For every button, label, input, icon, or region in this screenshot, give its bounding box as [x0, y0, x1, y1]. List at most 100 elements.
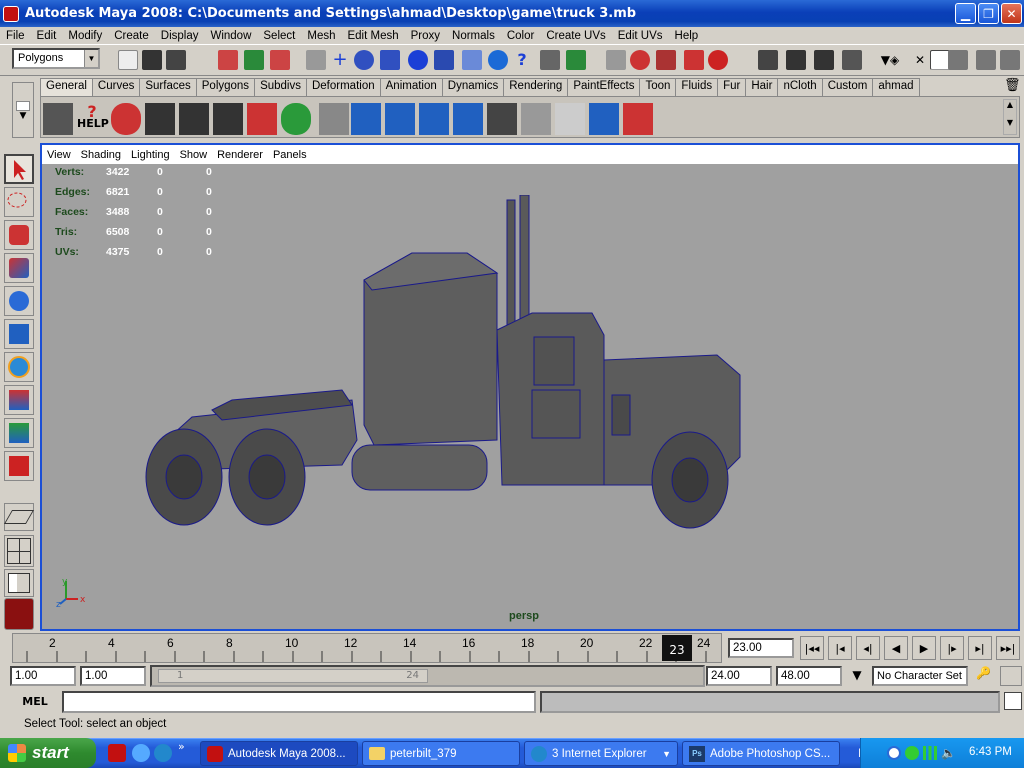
mask-icon[interactable] [306, 50, 326, 70]
new-scene-icon[interactable] [118, 50, 138, 70]
snap-view-icon[interactable] [434, 50, 454, 70]
camera-aim-up-icon[interactable] [213, 103, 243, 135]
step-forward-key-button[interactable]: ▸| [968, 636, 992, 660]
help-question-icon[interactable]: ? [512, 50, 532, 70]
tab-fluids[interactable]: Fluids [675, 78, 719, 96]
key-icon[interactable]: 🔑 [976, 666, 998, 686]
maya-quicklaunch-icon[interactable] [108, 744, 126, 762]
taskbar-item-folder[interactable]: peterbilt_379 [362, 741, 520, 766]
play-backwards-button[interactable]: ◀ [884, 636, 908, 660]
channel-box-icon[interactable] [1000, 50, 1020, 70]
panel-menu-renderer[interactable]: Renderer [212, 149, 268, 161]
attribute-editor-icon[interactable] [948, 50, 968, 70]
paint-select-tool-icon[interactable] [4, 220, 34, 250]
go-to-start-button[interactable]: |◂◂ [800, 636, 824, 660]
lasso-tool-icon[interactable] [4, 187, 34, 217]
range-slider-handle[interactable]: 1 24 [158, 669, 428, 683]
animation-preferences-icon[interactable] [1000, 666, 1022, 686]
tab-surfaces[interactable]: Surfaces [139, 78, 197, 96]
range-start-field[interactable]: 1.00 [10, 666, 76, 686]
command-input[interactable] [62, 691, 536, 713]
save-scene-icon[interactable] [166, 50, 186, 70]
cube-unparent-icon[interactable] [453, 103, 483, 135]
menu-create-uvs[interactable]: Create UVs [540, 30, 611, 42]
paint-cube-icon[interactable] [589, 103, 619, 135]
panel-menu-panels[interactable]: Panels [268, 149, 312, 161]
menu-set-dropdown[interactable]: Polygons ▼ [12, 48, 100, 69]
film-icon[interactable] [43, 103, 73, 135]
menu-mesh[interactable]: Mesh [301, 30, 341, 42]
tab-toon[interactable]: Toon [639, 78, 677, 96]
history-icon[interactable] [488, 50, 508, 70]
tab-subdivs[interactable]: Subdivs [254, 78, 307, 96]
trash-icon[interactable]: 🗑 [1004, 78, 1021, 93]
cube-group-icon[interactable] [351, 103, 381, 135]
paint-icon[interactable] [623, 103, 653, 135]
speaker-icon[interactable]: 🔈 [941, 746, 956, 760]
selection-handle-icon[interactable] [566, 50, 586, 70]
input-field-dropdown-icon[interactable]: ▼◈ [880, 50, 900, 70]
rotate-tool-icon[interactable] [4, 286, 34, 316]
panel-menu-shading[interactable]: Shading [76, 149, 126, 161]
time-slider[interactable]: 2 4 6 8 10 12 14 16 18 20 22 24 [12, 633, 722, 663]
select-hierarchy-icon[interactable] [218, 50, 238, 70]
four-view-layout-icon[interactable] [4, 535, 34, 567]
menu-create[interactable]: Create [108, 30, 155, 42]
minimize-button[interactable]: ▁ [955, 3, 976, 24]
cube-parent-icon[interactable] [419, 103, 449, 135]
menu-help[interactable]: Help [669, 30, 705, 42]
menu-normals[interactable]: Normals [446, 30, 501, 42]
character-set-field[interactable]: No Character Set [872, 666, 968, 686]
menu-select[interactable]: Select [257, 30, 301, 42]
menu-color[interactable]: Color [501, 30, 540, 42]
cylinder-icon[interactable] [319, 103, 349, 135]
open-scene-icon[interactable] [142, 50, 162, 70]
help-icon[interactable]: ? HELP [77, 103, 109, 135]
snap-point-icon[interactable] [380, 50, 400, 70]
tab-rendering[interactable]: Rendering [503, 78, 569, 96]
tab-fur[interactable]: Fur [717, 78, 747, 96]
outliner-icon[interactable] [521, 103, 551, 135]
single-perspective-layout-icon[interactable] [3, 503, 35, 531]
outliner-layout-icon[interactable] [4, 569, 34, 597]
last-tool-icon[interactable] [4, 451, 34, 481]
ik-handle-icon[interactable] [247, 103, 277, 135]
camera-aim-icon[interactable] [179, 103, 209, 135]
panel-menu-lighting[interactable]: Lighting [126, 149, 175, 161]
hypershade-icon[interactable] [555, 103, 585, 135]
tab-ahmad[interactable]: ahmad [872, 78, 920, 96]
render-settings-icon[interactable] [684, 50, 704, 70]
chevron-down-icon[interactable]: ▼ [846, 668, 868, 686]
camera-icon[interactable] [145, 103, 175, 135]
show-manipulator-icon[interactable] [4, 418, 34, 448]
playback-end-field[interactable]: 24.00 [706, 666, 772, 686]
script-editor-button[interactable] [1004, 692, 1022, 710]
move-tool-icon[interactable] [4, 253, 34, 283]
shelf-options[interactable]: ▼ [12, 82, 34, 138]
play-forwards-button[interactable]: ▶ [912, 636, 936, 660]
select-tool-icon[interactable] [4, 154, 34, 184]
render-globals-icon[interactable] [842, 50, 862, 70]
menu-edit[interactable]: Edit [31, 30, 63, 42]
tab-curves[interactable]: Curves [91, 78, 141, 96]
range-slider[interactable]: 1 24 [150, 665, 705, 687]
tab-custom[interactable]: Custom [821, 78, 874, 96]
tab-hair[interactable]: Hair [745, 78, 779, 96]
render-grid-icon[interactable] [606, 50, 626, 70]
ipr-render-icon[interactable] [656, 50, 676, 70]
step-forward-frame-button[interactable]: |▸ [940, 636, 964, 660]
step-back-frame-button[interactable]: ◂| [856, 636, 880, 660]
menu-edit-mesh[interactable]: Edit Mesh [341, 30, 404, 42]
lock-icon[interactable] [540, 50, 560, 70]
shelf-scroll[interactable]: ▲ ▼ [1003, 99, 1017, 135]
render-icon[interactable] [630, 50, 650, 70]
perspective-viewport[interactable]: View Shading Lighting Show Renderer Pane… [40, 143, 1020, 631]
tool-settings-icon[interactable] [976, 50, 996, 70]
restore-button[interactable]: ❐ [978, 3, 999, 24]
menu-window[interactable]: Window [204, 30, 257, 42]
tab-dynamics[interactable]: Dynamics [441, 78, 505, 96]
magnet-icon[interactable] [708, 50, 728, 70]
current-time-field[interactable]: 23.00 [728, 638, 794, 658]
select-object-icon[interactable] [244, 50, 264, 70]
tab-polygons[interactable]: Polygons [195, 78, 256, 96]
